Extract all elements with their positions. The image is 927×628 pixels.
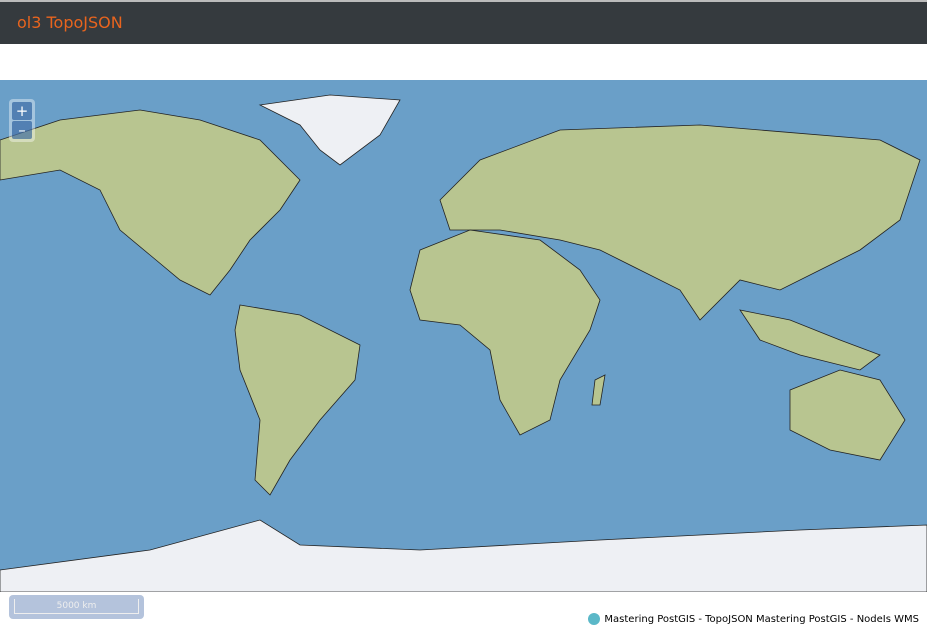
header: ol3 TopoJSON (0, 0, 927, 44)
page-title: ol3 TopoJSON (17, 13, 123, 32)
world-map (0, 80, 927, 592)
attribution-text: Mastering PostGIS - TopoJSON Mastering P… (604, 613, 919, 625)
scale-line-label: 5000 km (14, 599, 139, 614)
globe-icon[interactable] (588, 613, 601, 625)
zoom-in-button[interactable]: + (12, 102, 32, 120)
zoom-control: + – (9, 99, 35, 142)
zoom-out-button[interactable]: – (12, 121, 32, 139)
scale-line: 5000 km (9, 595, 144, 619)
map-viewport[interactable]: + – (0, 44, 927, 628)
attribution: Mastering PostGIS - TopoJSON Mastering P… (588, 613, 919, 625)
